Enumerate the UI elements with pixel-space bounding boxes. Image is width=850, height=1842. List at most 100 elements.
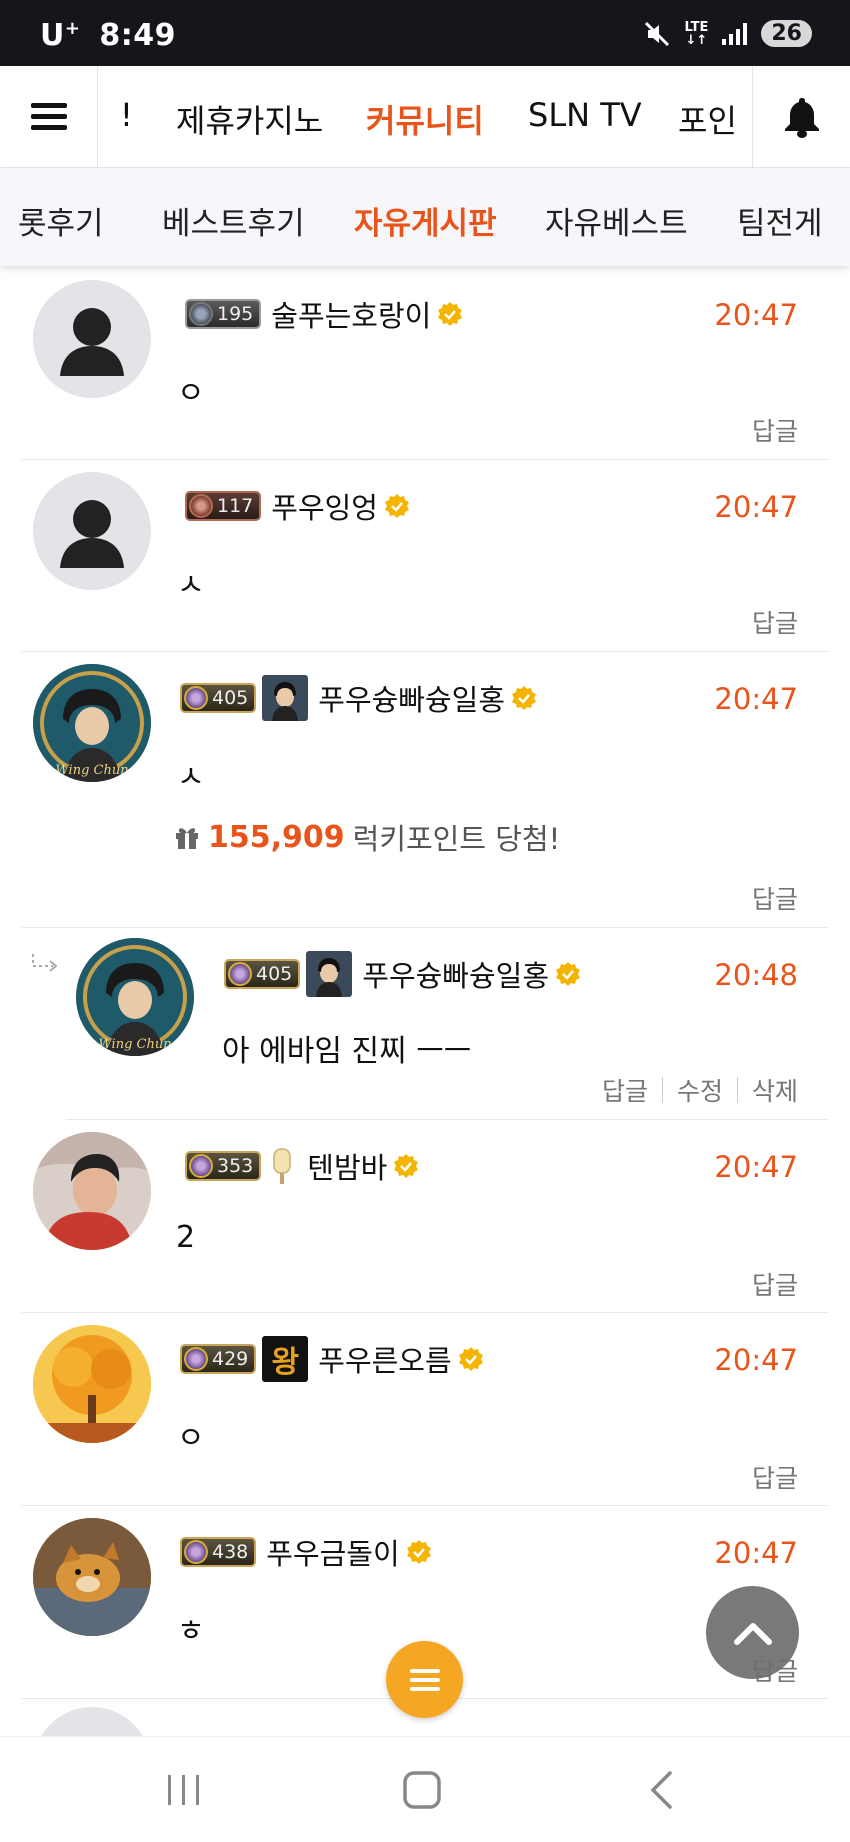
comment-text: ㅅ	[177, 568, 205, 603]
home-icon	[403, 1771, 441, 1809]
reply-button[interactable]: 답글	[752, 412, 798, 448]
avatar[interactable]	[33, 472, 151, 590]
reply-button[interactable]: 답글	[752, 880, 798, 916]
comment-time: 20:47	[714, 1150, 798, 1184]
system-nav-bar	[0, 1736, 850, 1842]
menu-button[interactable]	[0, 66, 98, 168]
avatar[interactable]: Wing Chun	[33, 664, 151, 782]
comment-actions: 답글	[752, 604, 798, 640]
level-emblem-icon	[189, 302, 213, 326]
level-number: 405	[212, 687, 249, 709]
user-badge-image	[262, 675, 309, 721]
menu-icon	[409, 1668, 440, 1691]
level-emblem-icon	[228, 962, 252, 986]
reply-comment-item: Wing Chun 405 푸우슝빠슝일홍 20:48 아 에바임 진찌 ㅡㅡ …	[66, 928, 828, 1120]
nav-tab-point[interactable]: 포인	[678, 96, 737, 142]
delete-button[interactable]: 삭제	[752, 1072, 798, 1108]
comment-meta: 195 술푸는호랑이	[185, 293, 463, 335]
level-number: 195	[217, 303, 254, 325]
comment-actions: 답글 수정 삭제	[602, 1072, 798, 1108]
sub-tab-team-board[interactable]: 팀전게	[737, 198, 823, 243]
edit-button[interactable]: 수정	[677, 1072, 723, 1108]
nav-tab-partial[interactable]: !	[120, 96, 133, 134]
reply-button[interactable]: 답글	[752, 1459, 798, 1495]
level-badge: 353	[185, 1151, 262, 1181]
recent-apps-icon	[168, 1775, 199, 1805]
sub-nav: 롯후기 베스트후기 자유게시판 자유베스트 팀전게	[0, 168, 850, 266]
level-number: 117	[217, 495, 254, 517]
avatar[interactable]	[33, 1132, 151, 1250]
nickname[interactable]: 푸우금돌이	[266, 1531, 399, 1573]
level-badge: 195	[185, 299, 262, 329]
scroll-top-button[interactable]	[706, 1586, 799, 1679]
comment-actions: 답글	[752, 880, 798, 916]
verified-badge-icon	[406, 1540, 431, 1564]
comment-text: ㅎ	[177, 1614, 205, 1649]
comment-item: 117 푸우잉엉 20:47 ㅅ 답글	[22, 460, 828, 652]
avatar[interactable]	[33, 1518, 151, 1636]
comment-text: ㅅ	[177, 760, 205, 795]
user-badge-image	[306, 951, 353, 997]
nav-tab-community[interactable]: 커뮤니티	[366, 96, 484, 142]
comment-item: 353 텐밤바 20:47 2 답글	[22, 1120, 828, 1313]
bell-icon	[784, 98, 819, 138]
comment-meta: 429 왕 푸우른오름	[180, 1336, 484, 1382]
reply-button[interactable]: 답글	[752, 1266, 798, 1302]
verified-badge-icon	[458, 1347, 483, 1371]
comment-text: ㅇ	[177, 376, 205, 411]
nickname[interactable]: 푸우슝빠슝일홍	[362, 953, 549, 995]
comment-text: 2	[176, 1220, 196, 1255]
avatar-caption: Wing Chun	[98, 1037, 171, 1052]
comment-meta: 438 푸우금돌이	[180, 1531, 432, 1573]
action-divider	[736, 1077, 738, 1103]
sub-tab-free-board[interactable]: 자유게시판	[354, 198, 497, 243]
chevron-up-icon	[733, 1622, 772, 1645]
comment-time: 20:47	[714, 1343, 798, 1377]
sub-tab-free-best[interactable]: 자유베스트	[545, 198, 688, 243]
verified-badge-icon	[394, 1154, 419, 1178]
reply-button[interactable]: 답글	[752, 604, 798, 640]
clock: 8:49	[99, 18, 177, 53]
nav-tab-partner-casino[interactable]: 제휴카지노	[176, 96, 323, 142]
floating-menu-button[interactable]	[386, 1641, 463, 1718]
back-icon	[650, 1771, 672, 1809]
nickname[interactable]: 푸우른오름	[318, 1338, 451, 1380]
nickname[interactable]: 푸우잉엉	[271, 485, 378, 527]
avatar[interactable]	[33, 1707, 151, 1736]
avatar[interactable]: Wing Chun	[76, 938, 194, 1056]
verified-badge-icon	[512, 686, 537, 710]
comment-item: 429 왕 푸우른오름 20:47 ㅇ 답글	[22, 1313, 828, 1506]
back-button[interactable]	[631, 1767, 691, 1813]
verified-badge-icon	[556, 962, 581, 986]
notification-button[interactable]	[752, 66, 850, 168]
king-badge: 왕	[262, 1336, 309, 1382]
level-emblem-icon	[184, 1347, 208, 1371]
nickname[interactable]: 푸우슝빠슝일홍	[318, 677, 505, 719]
level-emblem-icon	[184, 686, 208, 710]
sub-tab-lotto-review[interactable]: 롯후기	[18, 198, 104, 243]
lucky-amount: 155,909	[208, 819, 345, 855]
lte-label: LTE	[684, 19, 709, 35]
recent-apps-button[interactable]	[154, 1767, 214, 1813]
level-badge: 117	[185, 491, 262, 521]
level-badge: 429	[180, 1344, 257, 1374]
avatar-caption: Wing Chun	[55, 763, 128, 778]
nav-tab-sln-tv[interactable]: SLN TV	[528, 96, 642, 134]
comment-meta: 405 푸우슝빠슝일홍	[180, 675, 537, 721]
home-button[interactable]	[392, 1767, 452, 1813]
verified-badge-icon	[438, 302, 463, 326]
sub-tab-best-review[interactable]: 베스트후기	[162, 198, 305, 243]
avatar[interactable]	[33, 1325, 151, 1443]
comment-meta: 405 푸우슝빠슝일홍	[224, 951, 581, 997]
carrier-plus: +	[64, 18, 81, 39]
level-number: 353	[217, 1155, 254, 1177]
avatar[interactable]	[33, 280, 151, 398]
king-badge-text: 왕	[271, 1345, 300, 1380]
reply-button[interactable]: 답글	[602, 1072, 648, 1108]
nickname[interactable]: 텐밤바	[307, 1145, 387, 1187]
lucky-text: 럭키포인트 당첨!	[352, 822, 561, 856]
mute-icon	[644, 21, 670, 47]
battery-indicator: 26	[761, 20, 812, 47]
nickname[interactable]: 술푸는호랑이	[271, 293, 431, 335]
comment-actions: 답글	[752, 1266, 798, 1302]
